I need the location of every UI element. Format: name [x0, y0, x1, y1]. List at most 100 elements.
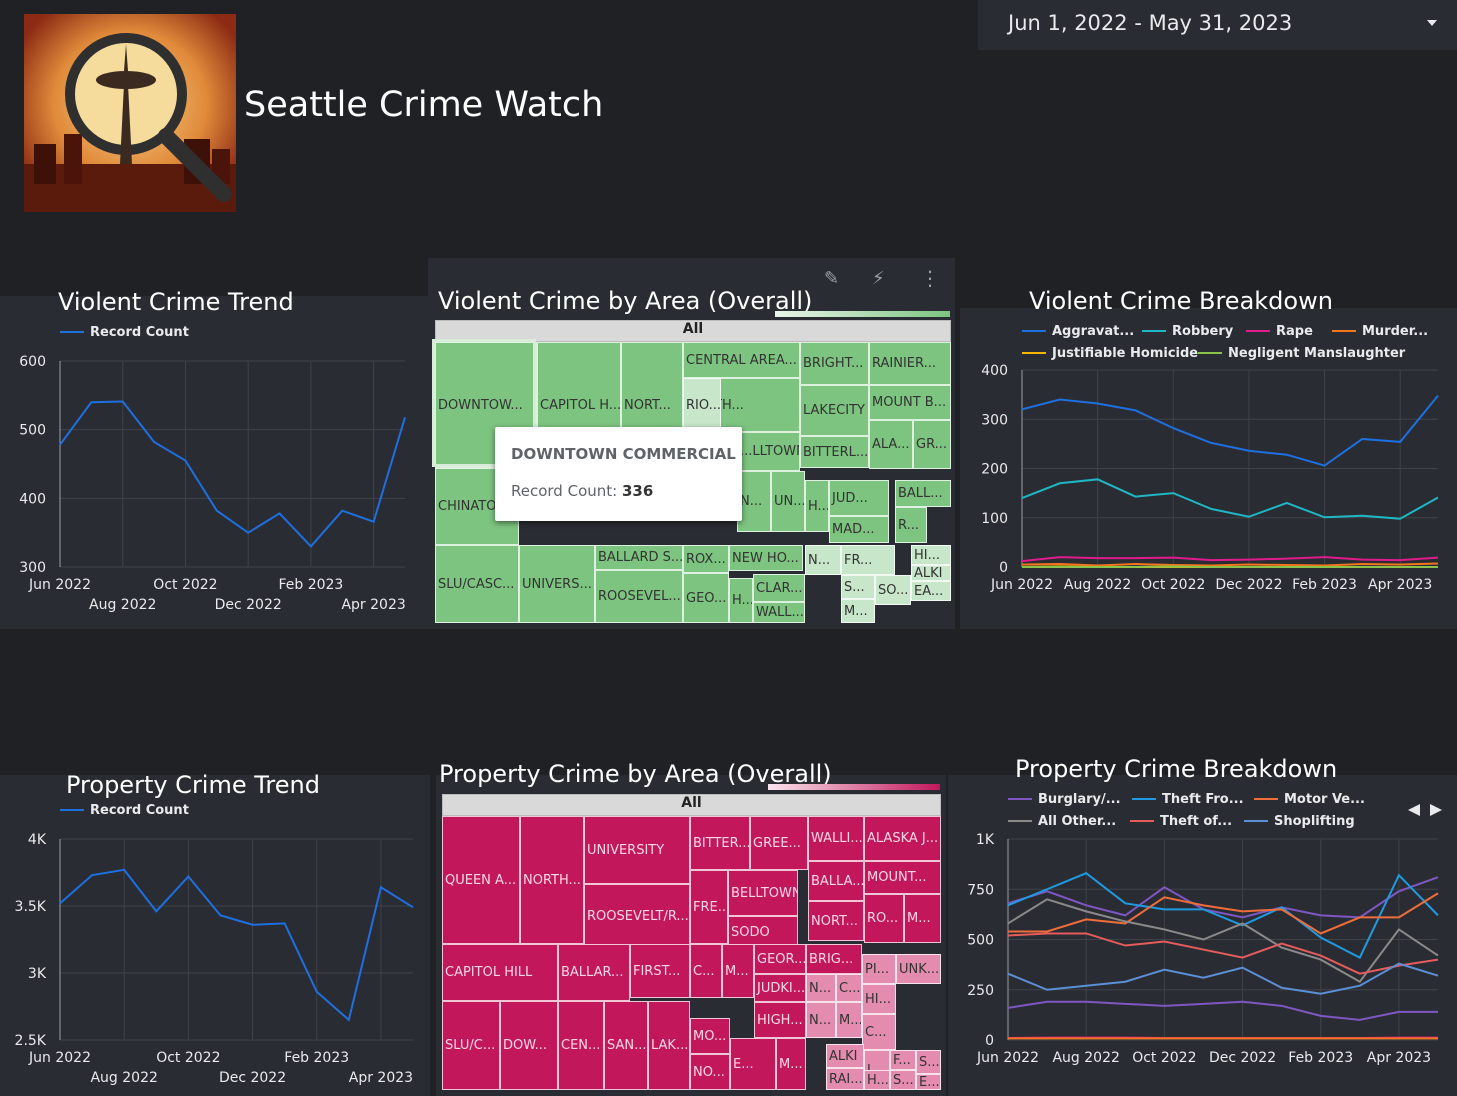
treemap-cell[interactable]: HI... [911, 545, 951, 565]
treemap-cell[interactable]: N... [806, 1002, 836, 1038]
treemap-cell[interactable]: ROX... [683, 545, 729, 573]
treemap-cell[interactable]: BRIG... [806, 944, 862, 974]
treemap-cell[interactable]: M... [836, 1002, 862, 1038]
treemap-cell[interactable]: CENTRAL AREA... [683, 342, 800, 378]
treemap-cell[interactable]: SO... [875, 575, 911, 605]
treemap-cell[interactable]: NORTH... [520, 816, 584, 944]
treemap-cell[interactable]: C... [690, 944, 722, 998]
lightning-icon[interactable]: ⚡ [872, 268, 885, 289]
treemap-cell[interactable]: H... [864, 1070, 890, 1090]
treemap-cell[interactable]: UNIVERS... [519, 545, 595, 623]
treemap-cell[interactable]: ALA... [869, 420, 913, 469]
date-range-picker[interactable]: Jun 1, 2022 - May 31, 2023 [978, 0, 1457, 50]
treemap-cell[interactable]: BALLARD S... [595, 545, 683, 570]
treemap-cell[interactable]: MOUNT B... [869, 385, 951, 420]
violent-trend-chart: Record Count 300 400 500 600 Jun 2022 Oct 2022… [19, 325, 406, 613]
treemap-cell[interactable]: S... [890, 1070, 916, 1090]
treemap-cell[interactable]: N... [806, 974, 836, 1002]
legend: Burglary/... Theft Fro... Motor Ve... All O… [1008, 792, 1365, 829]
treemap-cell[interactable]: BALL... [895, 480, 951, 507]
treemap-cell[interactable]: S... [841, 575, 875, 599]
treemap-cell[interactable]: H... [805, 480, 829, 532]
treemap-cell[interactable]: GREE... [750, 816, 808, 870]
treemap-cell[interactable]: BITTER... [690, 816, 750, 870]
treemap-cell[interactable]: FR... [841, 545, 895, 575]
treemap-cell[interactable]: C... [836, 974, 862, 1002]
treemap-cell[interactable]: BRIGHT... [800, 342, 869, 385]
property-breakdown-chart: Burglary/... Theft Fro... Motor Ve... All O… [967, 792, 1442, 1066]
treemap-cell[interactable]: SLU/C... [442, 1001, 500, 1090]
treemap-cell[interactable]: ROOSEVEL... [595, 570, 683, 623]
treemap-cell[interactable]: HIGH... [754, 1002, 806, 1038]
treemap-cell[interactable]: C... [862, 1014, 896, 1050]
treemap-cell[interactable]: BELLTOWN [728, 870, 798, 916]
legend-label: Theft of... [1160, 814, 1232, 829]
treemap-cell[interactable]: ALASKA J... [864, 816, 941, 861]
pencil-icon[interactable]: ✎ [824, 268, 839, 289]
treemap-cell[interactable]: NEW HO... [729, 545, 803, 571]
violent-area-range-bar [775, 311, 950, 317]
treemap-cell[interactable]: MO... [690, 1018, 730, 1054]
y-tick-label: 500 [967, 933, 994, 949]
treemap-cell[interactable]: RO... [864, 894, 904, 943]
treemap-cell[interactable]: N... [737, 471, 771, 532]
treemap-cell[interactable]: M... [776, 1038, 806, 1090]
treemap-cell[interactable]: HI... [862, 984, 896, 1014]
treemap-cell[interactable]: MOUNT... [864, 861, 941, 894]
treemap-cell[interactable]: WALL... [753, 602, 805, 623]
property-trend-chart: Record Count 2.5K 3K 3.5K 4K Jun 2022 Oct 2022… [15, 803, 414, 1086]
x-tick-label: Jun 2022 [28, 1050, 91, 1066]
treemap-cell[interactable]: H... [729, 578, 753, 623]
treemap-cell[interactable]: CAPITOL HILL [442, 944, 558, 1001]
treemap-cell[interactable]: RAINIER... [869, 342, 951, 385]
treemap-cell[interactable]: JUDKI... [754, 974, 806, 1002]
treemap-cell[interactable]: FRE... [690, 870, 728, 944]
treemap-cell[interactable]: M... [904, 894, 941, 943]
treemap-cell[interactable]: E... [916, 1074, 941, 1090]
treemap-cell[interactable]: DOW... [500, 1001, 558, 1090]
treemap-cell[interactable]: UNIVERSITY [584, 816, 690, 884]
treemap-cell[interactable]: F... [890, 1050, 916, 1070]
treemap-cell[interactable]: R... [895, 507, 927, 543]
treemap-cell[interactable]: LAK... [648, 1001, 690, 1090]
more-vert-icon[interactable]: ⋮ [920, 266, 940, 290]
treemap-cell[interactable]: M... [841, 599, 875, 623]
treemap-cell[interactable]: MAD... [829, 516, 889, 543]
treemap-cell[interactable]: UNK... [896, 954, 941, 984]
treemap-cell[interactable]: EA... [911, 581, 951, 601]
treemap-cell[interactable]: ROOSEVELT/R... [584, 884, 690, 948]
treemap-cell[interactable]: SLU/CASC... [435, 545, 519, 623]
series-line [59, 868, 414, 1022]
treemap-cell[interactable]: UN... [771, 471, 805, 532]
treemap-cell[interactable]: S... [916, 1050, 941, 1074]
treemap-cell[interactable]: NO... [690, 1054, 730, 1090]
treemap-cell[interactable]: ALKI [911, 565, 951, 581]
treemap-cell[interactable]: BITTERL... [800, 436, 869, 468]
treemap-cell[interactable]: LAKECITY [800, 385, 869, 436]
treemap-cell[interactable]: FIRST... [630, 944, 690, 998]
treemap-cell[interactable]: ...LLTOWN [737, 432, 800, 471]
treemap-cell[interactable]: NORT... [808, 901, 864, 941]
property-trend-title: Property Crime Trend [66, 771, 320, 799]
treemap-cell[interactable]: BALLA... [808, 861, 864, 901]
treemap-cell[interactable]: GEOR... [754, 944, 806, 974]
treemap-cell[interactable]: N... [805, 545, 841, 575]
arrow-left-right-icon[interactable] [1408, 804, 1442, 816]
treemap-cell[interactable]: ALKI [826, 1044, 864, 1068]
treemap-cell[interactable]: QUEEN A... [442, 816, 520, 944]
treemap-cell[interactable]: CLAR... [753, 574, 805, 602]
treemap-cell[interactable]: RAI... [826, 1068, 864, 1090]
treemap-cell[interactable]: BALLAR... [558, 944, 630, 1001]
treemap-root-label[interactable]: All [442, 794, 941, 816]
series-line [1021, 478, 1439, 520]
treemap-cell[interactable]: SAN... [604, 1001, 648, 1090]
treemap-cell[interactable]: GEO... [683, 573, 729, 623]
treemap-cell[interactable]: GR... [913, 420, 951, 469]
treemap-cell[interactable]: JUD... [829, 480, 889, 516]
treemap-cell[interactable]: M... [722, 944, 754, 998]
treemap-cell[interactable]: RIO... [683, 378, 721, 432]
treemap-cell[interactable]: WALLI... [808, 816, 864, 861]
treemap-cell[interactable]: E... [730, 1038, 776, 1090]
treemap-cell[interactable]: PI... [862, 954, 896, 984]
treemap-cell[interactable]: CEN... [558, 1001, 604, 1090]
